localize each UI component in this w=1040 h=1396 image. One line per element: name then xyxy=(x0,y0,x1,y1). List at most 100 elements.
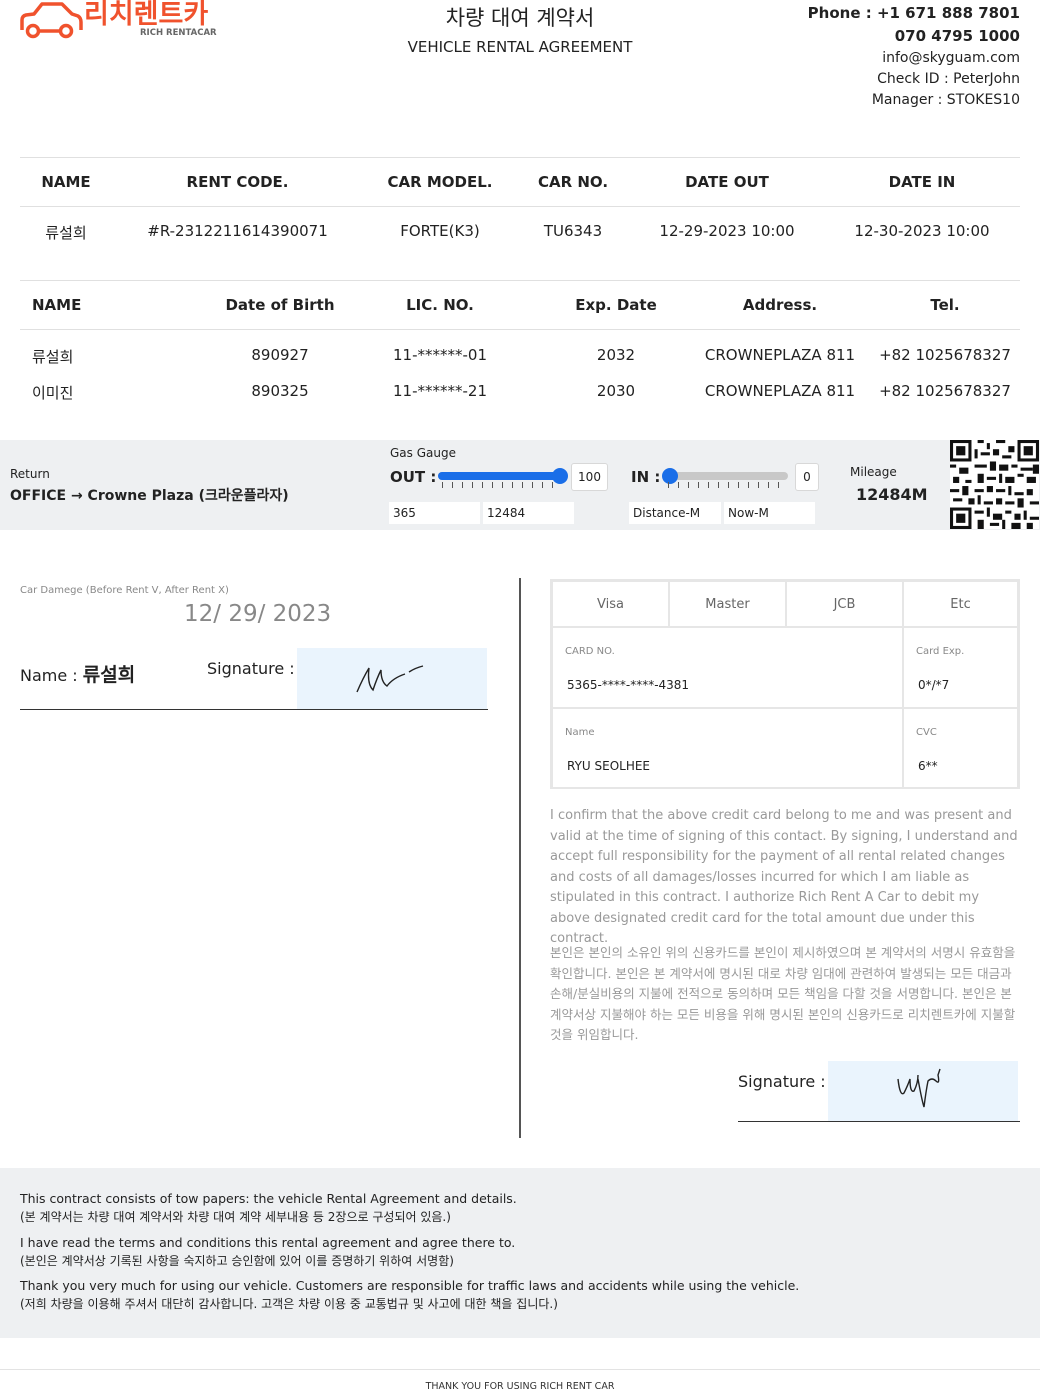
phone-secondary: 070 4795 1000 xyxy=(894,27,1020,45)
rental-code: #R-2312211614390071 xyxy=(147,222,328,240)
driver-address: CROWNEPLAZA 811 xyxy=(704,346,856,364)
driver-header-license: LIC. NO. xyxy=(406,296,474,314)
driver-dob: 890927 xyxy=(251,346,309,364)
gas-out-slider[interactable] xyxy=(436,467,568,488)
gas-in-label: IN : xyxy=(631,468,661,486)
driver-license: 11-******-01 xyxy=(393,346,487,364)
driver-exp-date: 2030 xyxy=(596,382,636,400)
rental-header-date-out: DATE OUT xyxy=(685,173,769,191)
card-type-visa[interactable]: Visa xyxy=(552,581,669,627)
name-value: 류설희 xyxy=(82,664,136,686)
slider-ticks xyxy=(442,482,556,488)
rental-name: 류설희 xyxy=(45,224,87,242)
card-cvc-value: 6** xyxy=(918,759,938,773)
card-type-master[interactable]: Master xyxy=(669,581,786,627)
driver-address: CROWNEPLAZA 811 xyxy=(704,382,856,400)
driver-header-tel: Tel. xyxy=(930,296,960,314)
card-name-value: RYU SEOLHEE xyxy=(567,759,651,773)
gas-out-label: OUT : xyxy=(390,468,437,486)
driver-name: 이미진 xyxy=(32,384,74,402)
driver-license: 11-******-21 xyxy=(393,382,487,400)
damage-date: 12/ 29/ 2023 xyxy=(184,601,332,627)
footer-line3-ko: (저희 차량을 이용해 주셔서 대단히 감사합니다. 고객은 차량 이용 중 교… xyxy=(20,1297,558,1311)
in-field-now[interactable]: Now-M xyxy=(724,502,815,524)
card-type-etc[interactable]: Etc xyxy=(903,581,1018,627)
check-id: Check ID : PeterJohn xyxy=(877,71,1020,87)
out-field-1[interactable]: 365 xyxy=(389,502,480,524)
driver-header-exp-date: Exp. Date xyxy=(575,296,657,314)
vertical-divider xyxy=(519,578,521,1138)
card-cvc-cell[interactable]: CVC 6** xyxy=(903,708,1018,789)
signature-icon xyxy=(897,1068,941,1108)
card-exp-cell[interactable]: Card Exp. 0*/*7 xyxy=(903,627,1018,708)
gas-out-value: 100 xyxy=(571,463,608,491)
slider-ticks xyxy=(668,482,782,488)
return-label: Return xyxy=(10,467,50,481)
email: info@skyguam.com xyxy=(882,50,1020,66)
return-route: OFFICE → Crowne Plaza (크라운플라자) xyxy=(10,488,289,504)
mileage-label: Mileage xyxy=(850,465,897,479)
footer-line3-en: Thank you very much for using our vehicl… xyxy=(20,1278,800,1293)
card-name-cell[interactable]: Name RYU SEOLHEE xyxy=(552,708,903,789)
thanks-text: THANK YOU FOR USING RICH RENT CAR xyxy=(425,1381,615,1392)
rental-car-no: TU6343 xyxy=(543,222,603,240)
card-no-label: CARD NO. xyxy=(565,646,615,657)
card-signature-label: Signature : xyxy=(738,1072,826,1091)
divider xyxy=(20,206,1020,207)
damage-name-row: Name : 류설희 xyxy=(20,660,135,687)
name-label: Name : xyxy=(20,666,78,685)
gas-gauge-label: Gas Gauge xyxy=(390,446,456,460)
in-field-distance[interactable]: Distance-M xyxy=(629,502,721,524)
card-type-label: Etc xyxy=(950,597,971,612)
gas-in-slider[interactable] xyxy=(662,467,790,488)
card-name-label: Name xyxy=(565,727,595,738)
card-signature-box[interactable] xyxy=(828,1061,1018,1121)
footer-divider xyxy=(0,1369,1040,1370)
card-number-cell[interactable]: CARD NO. 5365-****-****-4381 xyxy=(552,627,903,708)
divider xyxy=(20,280,1020,281)
card-confirm-english: I confirm that the above credit card bel… xyxy=(550,808,1018,946)
signature-icon xyxy=(356,665,424,693)
driver-tel: +82 1025678327 xyxy=(879,382,1011,400)
driver-name: 류설희 xyxy=(32,348,74,366)
rental-car-model: FORTE(K3) xyxy=(400,222,480,240)
card-confirm-korean: 본인은 본인의 소유인 위의 신용카드를 본인이 제시하였으며 본 계약서의 서… xyxy=(550,945,1016,1042)
contact-block: Phone : +1 671 888 7801 070 4795 1000 in… xyxy=(808,3,1020,111)
divider xyxy=(20,329,1020,330)
rental-header-car-no: CAR NO. xyxy=(537,173,609,191)
damage-label: Car Damege (Before Rent V, After Rent X) xyxy=(20,585,229,596)
card-signature-underline xyxy=(738,1121,1020,1122)
rental-header-rent-code: RENT CODE. xyxy=(186,173,289,191)
mileage-value: 12484M xyxy=(856,485,928,504)
card-type-label: JCB xyxy=(833,597,856,612)
driver-header-dob: Date of Birth xyxy=(225,296,335,314)
footer-line1-ko: (본 계약서는 차량 대여 계약서와 차량 대여 계약 세부내용 등 2장으로 … xyxy=(20,1210,451,1224)
rental-date-out: 12-29-2023 10:00 xyxy=(659,222,795,240)
driver-tel: +82 1025678327 xyxy=(879,346,1011,364)
card-type-label: Visa xyxy=(597,597,624,612)
card-type-label: Master xyxy=(705,597,750,612)
signature-underline xyxy=(20,709,488,710)
card-info-grid: Visa Master JCB Etc CARD NO. 5365-****-*… xyxy=(550,579,1020,789)
driver-dob: 890325 xyxy=(251,382,309,400)
card-type-jcb[interactable]: JCB xyxy=(786,581,903,627)
driver-header-address: Address. xyxy=(742,296,818,314)
gas-in-value: 0 xyxy=(795,463,819,491)
rental-header-car-model: CAR MODEL. xyxy=(387,173,493,191)
signature-label: Signature : xyxy=(207,659,295,678)
manager: Manager : STOKES10 xyxy=(871,92,1020,108)
rental-date-in: 12-30-2023 10:00 xyxy=(854,222,990,240)
rental-header-name: NAME xyxy=(41,173,91,191)
card-exp-label: Card Exp. xyxy=(916,646,965,657)
signature-box[interactable] xyxy=(297,648,487,709)
rental-header-date-in: DATE IN xyxy=(888,173,956,191)
qr-code-icon xyxy=(950,440,1039,529)
divider xyxy=(20,157,1020,158)
footer-line2-ko: (본인은 계약서상 기록된 사항을 숙지하고 승인함에 있어 이를 증명하기 위… xyxy=(20,1254,454,1268)
driver-header-name: NAME xyxy=(32,296,82,314)
out-field-2[interactable]: 12484 xyxy=(483,502,574,524)
card-no-value: 5365-****-****-4381 xyxy=(567,678,690,692)
driver-exp-date: 2032 xyxy=(596,346,636,364)
card-cvc-label: CVC xyxy=(916,727,937,738)
card-exp-value: 0*/*7 xyxy=(918,678,950,692)
